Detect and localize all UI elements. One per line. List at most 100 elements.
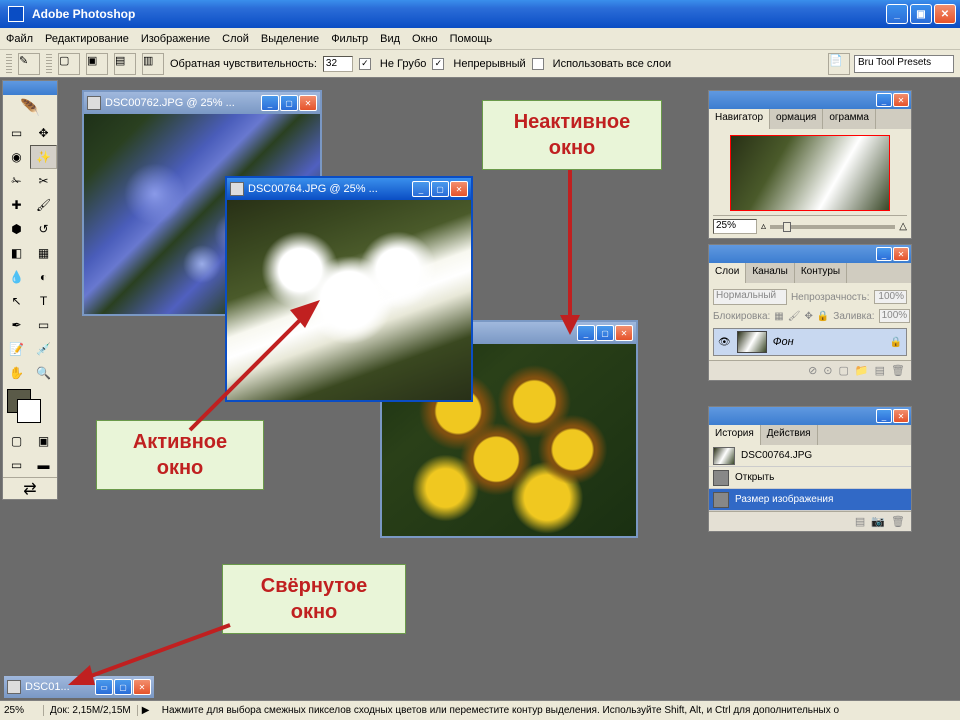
- hand-tool[interactable]: ✋: [3, 361, 30, 385]
- blur-tool[interactable]: 💧: [3, 265, 30, 289]
- navigator-zoom-input[interactable]: 25%: [713, 219, 757, 234]
- quickmask-on-icon[interactable]: ▣: [30, 429, 57, 453]
- layer-item[interactable]: 👁 Фон 🔒: [713, 328, 907, 356]
- notes-tool[interactable]: 📝: [3, 337, 30, 361]
- trash-icon[interactable]: 🗑: [891, 515, 905, 528]
- panel-close-button[interactable]: ✕: [893, 247, 909, 261]
- blend-mode-select[interactable]: Нормальный: [713, 289, 787, 305]
- panel-minimize-button[interactable]: _: [876, 247, 892, 261]
- zoom-in-icon[interactable]: △: [899, 221, 907, 232]
- zoom-field[interactable]: 25%: [0, 705, 44, 716]
- quickmask-off-icon[interactable]: ▢: [3, 429, 30, 453]
- brush-picker-icon[interactable]: 📄: [828, 53, 850, 75]
- doc-close-button[interactable]: ✕: [299, 95, 317, 111]
- marquee-tool[interactable]: ▭: [3, 121, 30, 145]
- tab-channels[interactable]: Каналы: [746, 263, 795, 283]
- all-layers-checkbox[interactable]: [532, 58, 544, 70]
- tab-actions[interactable]: Действия: [761, 425, 818, 445]
- close-button[interactable]: ✕: [934, 4, 956, 24]
- menu-edit[interactable]: Редактирование: [45, 33, 129, 45]
- eraser-tool[interactable]: ◧: [3, 241, 30, 265]
- fx-icon[interactable]: ⊙: [823, 364, 832, 377]
- shape-tool[interactable]: ▭: [30, 313, 57, 337]
- zoom-slider[interactable]: [770, 225, 895, 229]
- menu-help[interactable]: Помощь: [450, 33, 493, 45]
- doc-size-label[interactable]: Док: 2,15M/2,15M: [44, 705, 138, 716]
- crop-tool[interactable]: ✁: [3, 169, 30, 193]
- doc-minimize-button[interactable]: _: [261, 95, 279, 111]
- panel-close-button[interactable]: ✕: [893, 409, 909, 423]
- navigator-preview[interactable]: [730, 135, 890, 211]
- tab-history[interactable]: История: [709, 425, 761, 445]
- lasso-tool[interactable]: ◉: [3, 145, 30, 169]
- zoom-tool[interactable]: 🔍: [30, 361, 57, 385]
- maximize-button[interactable]: ▣: [910, 4, 932, 24]
- screenmode-full-icon[interactable]: ▬: [30, 453, 57, 477]
- tab-navigator[interactable]: Навигатор: [709, 109, 770, 129]
- tab-paths[interactable]: Контуры: [795, 263, 847, 283]
- pen-tool[interactable]: ✒: [3, 313, 30, 337]
- minimize-button[interactable]: _: [886, 4, 908, 24]
- menu-image[interactable]: Изображение: [141, 33, 210, 45]
- mask-icon[interactable]: ▢: [839, 364, 849, 377]
- menu-select[interactable]: Выделение: [261, 33, 319, 45]
- wand-tool[interactable]: ✨: [30, 145, 57, 169]
- slice-tool[interactable]: ✂: [30, 169, 57, 193]
- continuous-checkbox[interactable]: ✓: [432, 58, 444, 70]
- color-swatches[interactable]: [3, 385, 57, 429]
- heal-tool[interactable]: ✚: [3, 193, 30, 217]
- panel-minimize-button[interactable]: _: [876, 409, 892, 423]
- doc-maximize-button[interactable]: ▢: [431, 181, 449, 197]
- selection-mode-add-icon[interactable]: ▣: [86, 53, 108, 75]
- zoom-out-icon[interactable]: ▵: [761, 221, 766, 232]
- screenmode-std-icon[interactable]: ▭: [3, 453, 30, 477]
- selection-mode-sub-icon[interactable]: ▤: [114, 53, 136, 75]
- tab-layers[interactable]: Слои: [709, 263, 746, 283]
- path-tool[interactable]: ↖: [3, 289, 30, 313]
- opacity-input[interactable]: 100%: [874, 290, 908, 304]
- toolbox-header[interactable]: [3, 81, 57, 95]
- tab-info[interactable]: ормация: [770, 109, 823, 129]
- lock-trans-icon[interactable]: ▦: [774, 311, 783, 322]
- snapshot-icon[interactable]: 📷: [871, 515, 885, 528]
- doc-maximize-button[interactable]: ▢: [280, 95, 298, 111]
- move-tool[interactable]: ✥: [30, 121, 57, 145]
- panel-close-button[interactable]: ✕: [893, 93, 909, 107]
- text-tool[interactable]: T: [30, 289, 57, 313]
- eyedropper-tool[interactable]: 💉: [30, 337, 57, 361]
- menu-layer[interactable]: Слой: [222, 33, 249, 45]
- rough-checkbox[interactable]: ✓: [359, 58, 371, 70]
- selection-mode-new-icon[interactable]: ▢: [58, 53, 80, 75]
- eye-icon[interactable]: 👁: [718, 337, 731, 348]
- menu-file[interactable]: Файл: [6, 33, 33, 45]
- menu-view[interactable]: Вид: [380, 33, 400, 45]
- lock-pixels-icon[interactable]: 🖌: [788, 311, 801, 322]
- history-item[interactable]: Открыть: [709, 467, 911, 489]
- imageready-icon[interactable]: ⇄: [3, 477, 57, 499]
- sensitivity-input[interactable]: [323, 56, 353, 72]
- folder-icon[interactable]: 📁: [855, 364, 869, 377]
- dodge-tool[interactable]: ◐: [30, 265, 57, 289]
- fill-input[interactable]: 100%: [879, 309, 911, 323]
- tab-histogram[interactable]: ограмма: [823, 109, 876, 129]
- lock-pos-icon[interactable]: ✥: [804, 311, 812, 322]
- history-item-selected[interactable]: Размер изображения: [709, 489, 911, 511]
- menu-filter[interactable]: Фильтр: [331, 33, 368, 45]
- stamp-tool[interactable]: ⬢: [3, 217, 30, 241]
- doc-close-button[interactable]: ✕: [450, 181, 468, 197]
- tool-presets-dropdown[interactable]: Bru Tool Presets: [854, 55, 954, 73]
- brush-tool[interactable]: 🖌: [30, 193, 57, 217]
- new-layer-icon[interactable]: ▤: [875, 364, 885, 377]
- selection-mode-intersect-icon[interactable]: ▥: [142, 53, 164, 75]
- history-brush-tool[interactable]: ↺: [30, 217, 57, 241]
- play-icon[interactable]: ▶: [142, 705, 154, 716]
- doc-close-button[interactable]: ✕: [615, 325, 633, 341]
- doc-minimize-button[interactable]: _: [412, 181, 430, 197]
- panel-minimize-button[interactable]: _: [876, 93, 892, 107]
- menu-window[interactable]: Окно: [412, 33, 438, 45]
- trash-icon[interactable]: 🗑: [891, 364, 905, 377]
- gradient-tool[interactable]: ▦: [30, 241, 57, 265]
- grip-icon[interactable]: [6, 54, 12, 74]
- new-doc-icon[interactable]: ▤: [855, 515, 865, 528]
- current-tool-icon[interactable]: ✎: [18, 53, 40, 75]
